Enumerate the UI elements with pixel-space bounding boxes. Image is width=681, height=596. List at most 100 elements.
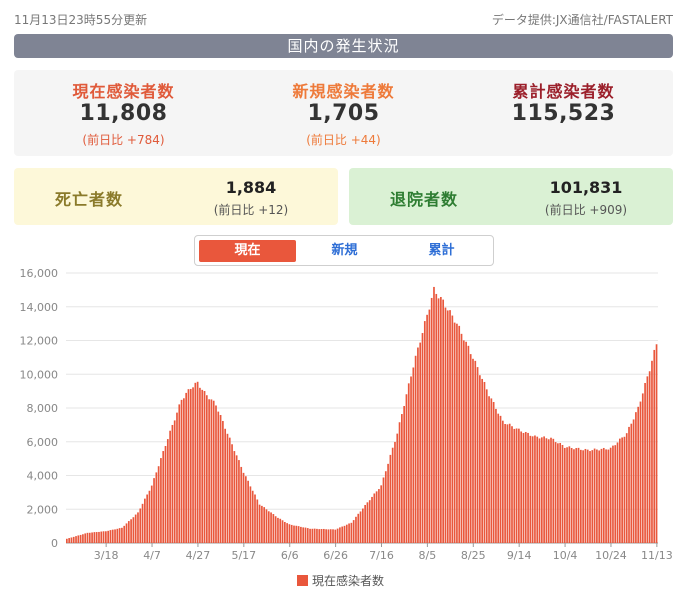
bar — [575, 448, 578, 543]
legend-label: 現在感染者数 — [311, 574, 384, 588]
bar — [118, 528, 121, 543]
bar — [591, 450, 594, 543]
bar — [651, 360, 653, 543]
deaths-diff: (前日比 +12) — [213, 203, 289, 217]
deaths-value: 1,884 — [225, 178, 277, 197]
bar — [70, 537, 73, 543]
bar — [419, 342, 422, 543]
bar — [433, 286, 435, 543]
discharged-box: 退院者数 101,831 (前日比 +909) — [349, 168, 673, 225]
bar — [362, 508, 364, 543]
bar — [456, 323, 458, 543]
bar — [609, 447, 612, 543]
bar — [414, 355, 417, 543]
x-tick-label: 4/7 — [143, 549, 161, 562]
bar — [116, 528, 119, 543]
tab-new[interactable]: 新規 — [296, 240, 393, 262]
bar — [166, 439, 169, 543]
bar — [201, 389, 204, 543]
bar — [336, 528, 339, 543]
bar — [318, 529, 321, 543]
x-tick-label: 4/27 — [186, 549, 211, 562]
y-tick-label: 14,000 — [20, 301, 59, 314]
bar — [460, 333, 463, 543]
bar — [329, 529, 332, 543]
bar — [183, 398, 185, 543]
deaths-label: 死亡者数 — [54, 190, 123, 209]
x-tick-label: 11/13 — [641, 549, 673, 562]
x-tick-label: 9/14 — [507, 549, 532, 562]
bar — [144, 498, 146, 543]
bar — [146, 494, 149, 543]
bar — [559, 442, 562, 543]
bar — [547, 439, 550, 543]
bar — [162, 451, 165, 543]
bar — [208, 399, 210, 543]
bar — [648, 371, 651, 543]
bar — [584, 448, 587, 543]
tab-total[interactable]: 累計 — [393, 240, 490, 262]
bar — [625, 433, 628, 543]
chart-legend: 現在感染者数 — [0, 572, 681, 589]
bar — [561, 444, 564, 543]
bar — [373, 493, 376, 543]
x-tick-label: 3/18 — [94, 549, 119, 562]
new-cases-diff: (前日比 +44) — [306, 133, 381, 147]
bar — [258, 504, 261, 543]
bar — [582, 450, 584, 543]
bar — [153, 478, 155, 543]
bar — [453, 322, 456, 543]
bar — [605, 449, 607, 543]
bar — [288, 524, 291, 543]
bar — [327, 529, 330, 543]
bar — [293, 525, 295, 543]
bar — [586, 449, 589, 543]
bar — [304, 527, 307, 543]
bar — [222, 420, 224, 543]
bar — [481, 378, 484, 543]
bar — [82, 534, 84, 543]
bar — [334, 529, 337, 543]
bar — [538, 438, 541, 543]
bar — [483, 381, 486, 543]
bar — [628, 426, 630, 543]
y-tick-label: 10,000 — [20, 368, 59, 381]
bar — [339, 527, 341, 543]
bar — [134, 514, 137, 543]
bar — [212, 400, 215, 543]
bar — [394, 441, 396, 543]
bar — [598, 450, 601, 543]
bar — [302, 527, 305, 543]
bar — [417, 347, 419, 543]
bar — [180, 399, 183, 543]
bar — [169, 430, 171, 543]
bar — [77, 535, 80, 543]
bar — [125, 523, 128, 543]
bar — [396, 433, 399, 543]
current-cases-stat: 現在感染者数 11,808 (前日比 +784) — [14, 70, 233, 156]
bar — [139, 508, 142, 543]
x-tick-label: 10/24 — [595, 549, 627, 562]
bar — [421, 333, 424, 543]
bar — [199, 387, 201, 543]
bar — [602, 447, 605, 543]
bar — [504, 424, 506, 543]
bar — [435, 293, 438, 543]
bar — [623, 436, 626, 543]
y-tick-label: 6,000 — [27, 436, 59, 449]
bar — [405, 394, 408, 543]
bar — [637, 406, 640, 543]
y-tick-label: 2,000 — [27, 503, 59, 516]
bar — [593, 448, 596, 543]
bar — [545, 438, 548, 543]
tab-current[interactable]: 現在 — [199, 240, 296, 262]
bar — [570, 447, 573, 543]
bar — [98, 531, 100, 543]
bar — [215, 405, 217, 543]
bar — [254, 494, 256, 543]
bar — [261, 505, 263, 543]
bar — [554, 442, 557, 543]
bar — [607, 449, 610, 543]
y-tick-label: 12,000 — [20, 335, 59, 348]
bar — [160, 458, 162, 543]
